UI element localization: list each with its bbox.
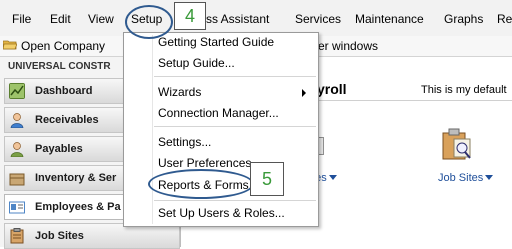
box-icon: [9, 173, 25, 186]
step-5-badge: 5: [250, 162, 284, 196]
menu-item-user-preferences[interactable]: User Preferences...: [158, 156, 261, 170]
sidebar-item-label: Job Sites: [35, 230, 84, 242]
menu-business-assistant[interactable]: ss Assistant: [206, 12, 269, 26]
chevron-down-icon: [328, 175, 337, 180]
chart-icon: [9, 83, 25, 99]
menu-gutter: [152, 35, 153, 224]
clipboard-icon: [10, 228, 24, 244]
menu-view[interactable]: View: [88, 12, 114, 26]
step-4-badge: 4: [174, 2, 206, 30]
menu-separator: [154, 126, 316, 127]
other-windows-button[interactable]: er windows: [318, 39, 378, 53]
menu-item-getting-started-guide[interactable]: Getting Started Guide: [158, 35, 274, 49]
menu-item-connection-manager[interactable]: Connection Manager...: [158, 106, 279, 120]
menu-maintenance[interactable]: Maintenance: [355, 12, 424, 26]
open-company-button[interactable]: Open Company: [21, 39, 105, 53]
person-icon: [10, 142, 24, 157]
menu-separator: [154, 200, 316, 201]
sidebar-item-label: Payables: [35, 143, 83, 155]
menu-item-settings[interactable]: Settings...: [158, 135, 211, 149]
page-title: yroll: [317, 81, 347, 97]
menu-separator: [154, 76, 316, 77]
default-note: This is my default: [421, 84, 507, 96]
job-sites-link-label: Job Sites: [438, 172, 484, 184]
company-name: UNIVERSAL CONSTR: [8, 61, 111, 72]
menu-services[interactable]: Services: [295, 12, 341, 26]
sidebar-item-label: Employees & Pa: [35, 201, 121, 213]
sidebar-item-label: Dashboard: [35, 85, 93, 97]
reports-forms-highlight-oval: [148, 169, 254, 199]
id-card-icon: [9, 201, 25, 214]
person-icon: [10, 113, 24, 128]
job-site-icon[interactable]: [439, 127, 473, 161]
menu-item-set-up-users-roles[interactable]: Set Up Users & Roles...: [158, 206, 285, 220]
sidebar-item-label: Inventory & Ser: [35, 172, 117, 184]
menu-file[interactable]: File: [12, 12, 31, 26]
job-sites-link[interactable]: Job Sites: [438, 172, 494, 184]
chevron-down-icon: [485, 175, 494, 180]
menu-edit[interactable]: Edit: [50, 12, 71, 26]
sidebar-item-label: Receivables: [35, 114, 99, 126]
setup-highlight-oval: [125, 5, 173, 39]
chevron-right-icon: [302, 89, 306, 97]
folder-open-icon[interactable]: [3, 39, 17, 50]
menu-reports[interactable]: Re: [497, 12, 512, 26]
menu-item-wizards[interactable]: Wizards: [158, 85, 201, 99]
menu-item-setup-guide[interactable]: Setup Guide...: [158, 56, 235, 70]
menu-graphs[interactable]: Graphs: [444, 12, 483, 26]
